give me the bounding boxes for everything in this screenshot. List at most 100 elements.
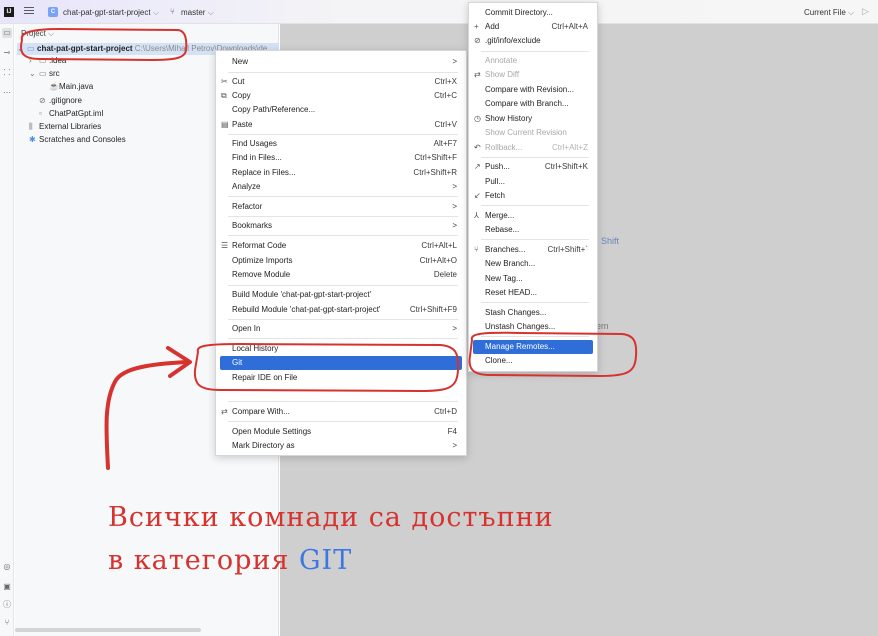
git-item-show-history[interactable]: ◷ Show History	[473, 112, 593, 126]
horizontal-scrollbar[interactable]	[15, 628, 201, 632]
submenu-arrow-icon: >	[452, 182, 457, 191]
structure-tool-icon[interactable]: ⸬	[2, 68, 12, 78]
git-item-fetch[interactable]: ↙ Fetch	[473, 189, 593, 203]
git-item-compare-branch[interactable]: Compare with Branch...	[473, 97, 593, 111]
git-item-new-branch[interactable]: New Branch...	[473, 257, 593, 271]
library-icon: ⫼	[29, 122, 33, 131]
project-panel-header[interactable]: Project ⌵	[21, 29, 54, 39]
tree-item-main-java[interactable]: ☕Main.java	[49, 81, 93, 93]
menu-item-analyze[interactable]: Analyze >	[220, 180, 462, 194]
tree-item-iml[interactable]: ▫ ChatPatGpt.iml	[39, 108, 103, 120]
git-tool-icon[interactable]: ⑂	[2, 618, 12, 628]
tree-item-label: src	[49, 69, 60, 78]
menu-item-label: Unstash Changes...	[485, 322, 556, 331]
project-switcher-label: chat-pat-gpt-start-project	[63, 8, 151, 17]
menu-item-shortcut: Ctrl+C	[434, 91, 457, 100]
git-item-commit-directory[interactable]: Commit Directory...	[473, 6, 593, 20]
git-item-pull[interactable]: Pull...	[473, 175, 593, 189]
menu-item-new[interactable]: New >	[220, 55, 462, 69]
git-item-stash[interactable]: Stash Changes...	[473, 306, 593, 320]
menu-item-repair-ide[interactable]: Repair IDE on File	[220, 371, 462, 385]
services-icon[interactable]: ◎	[2, 562, 12, 572]
menu-item-label: Show Current Revision	[485, 128, 567, 137]
menu-item-shortcut: Ctrl+Alt+A	[551, 22, 588, 31]
git-item-new-tag[interactable]: New Tag...	[473, 272, 593, 286]
menu-item-replace-in-files[interactable]: Replace in Files... Ctrl+Shift+R	[220, 166, 462, 180]
menu-item-find-in-files[interactable]: Find in Files... Ctrl+Shift+F	[220, 151, 462, 165]
menu-item-local-history[interactable]: Local History	[220, 342, 462, 356]
run-icon[interactable]: ▷	[862, 6, 869, 17]
menu-item-open-in[interactable]: Open In >	[220, 322, 462, 336]
git-item-show-current-revision[interactable]: Show Current Revision	[473, 126, 593, 140]
menu-item-label: Fetch	[485, 191, 506, 200]
submenu-arrow-icon: >	[452, 57, 457, 66]
more-tools-icon[interactable]: ⋯	[2, 88, 12, 98]
run-config-selector[interactable]: Current File ⌵	[804, 8, 854, 18]
git-item-unstash[interactable]: Unstash Changes...	[473, 320, 593, 334]
menu-item-copy[interactable]: ⧉ Copy Ctrl+C	[220, 89, 462, 103]
git-item-rollback[interactable]: ↶ Rollback... Ctrl+Alt+Z	[473, 141, 593, 155]
terminal-icon[interactable]: ▣	[2, 582, 12, 592]
menu-item-label: Find Usages	[232, 139, 277, 148]
menu-item-rebuild-module[interactable]: Rebuild Module 'chat-pat-gpt-start-proje…	[220, 303, 462, 317]
menu-item-copy-path[interactable]: Copy Path/Reference...	[220, 103, 462, 117]
menu-item-shortcut: Ctrl+Shift+K	[544, 162, 588, 171]
menu-item-label: Annotate	[485, 56, 518, 65]
git-item-annotate[interactable]: Annotate	[473, 54, 593, 68]
menu-item-label: Bookmarks	[232, 221, 273, 230]
menu-item-compare-with[interactable]: ⇄ Compare With... Ctrl+D	[220, 405, 462, 419]
git-item-show-diff[interactable]: ⇄ Show Diff	[473, 68, 593, 82]
git-item-clone[interactable]: Clone...	[473, 354, 593, 368]
menu-item-shortcut: Alt+F7	[433, 139, 457, 148]
menu-item-shortcut: Ctrl+Shift+R	[413, 168, 457, 177]
commit-tool-icon[interactable]: ⊸	[2, 48, 12, 58]
project-badge-icon[interactable]: C	[48, 7, 58, 17]
menu-item-label: Stash Changes...	[485, 308, 547, 317]
tree-item-scratches[interactable]: ✱ Scratches and Consoles	[29, 134, 126, 146]
menu-item-label: Commit Directory...	[485, 8, 553, 17]
diff-icon: ⇄	[474, 70, 481, 79]
git-item-reset-head[interactable]: Reset HEAD...	[473, 286, 593, 300]
branch-switcher[interactable]: master ⌵	[181, 8, 214, 18]
tree-item-idea[interactable]: › ▭ .idea	[29, 55, 66, 67]
project-switcher[interactable]: chat-pat-gpt-start-project ⌵	[63, 8, 159, 18]
menu-item-reformat-code[interactable]: ☰ Reformat Code Ctrl+Alt+L	[220, 239, 462, 253]
git-item-compare-revision[interactable]: Compare with Revision...	[473, 83, 593, 97]
menu-item-label: Paste	[232, 120, 253, 129]
menu-item-cut[interactable]: ✂ Cut Ctrl+X	[220, 75, 462, 89]
tree-item-src[interactable]: ⌄ ▭ src	[29, 68, 60, 80]
scratches-icon: ✱	[29, 135, 36, 144]
tree-item-external-libraries[interactable]: ⫼ External Libraries	[29, 121, 101, 133]
hamburger-menu-icon[interactable]	[24, 7, 34, 17]
project-tool-icon[interactable]: ▭	[2, 28, 12, 38]
git-item-merge[interactable]: ⅄ Merge...	[473, 209, 593, 223]
menu-item-git[interactable]: Git	[220, 356, 462, 370]
menu-item-remove-module[interactable]: Remove Module Delete	[220, 268, 462, 282]
menu-item-optimize-imports[interactable]: Optimize Imports Ctrl+Alt+O	[220, 254, 462, 268]
folder-icon: ▭	[39, 56, 47, 65]
menu-item-shortcut: Delete	[433, 270, 457, 279]
git-item-manage-remotes[interactable]: Manage Remotes...	[473, 340, 593, 354]
git-item-rebase[interactable]: Rebase...	[473, 223, 593, 237]
reformat-icon: ☰	[221, 241, 229, 250]
git-item-exclude[interactable]: ⊘ .git/info/exclude	[473, 34, 593, 48]
menu-item-refactor[interactable]: Refactor >	[220, 200, 462, 214]
ignore-icon: ⊘	[474, 36, 481, 45]
tree-item-gitignore[interactable]: ⊘ .gitignore	[39, 95, 82, 107]
git-item-push[interactable]: ↗ Push... Ctrl+Shift+K	[473, 160, 593, 174]
problems-icon[interactable]: ⓘ	[2, 600, 12, 610]
menu-item-open-module-settings[interactable]: Open Module Settings F4	[220, 425, 462, 439]
app-logo-icon[interactable]: IJ	[4, 7, 14, 17]
menu-item-find-usages[interactable]: Find Usages Alt+F7	[220, 137, 462, 151]
chevron-right-icon: ›	[29, 56, 32, 65]
git-submenu: Commit Directory... + Add Ctrl+Alt+A ⊘ .git…	[468, 2, 598, 372]
menu-item-build-module[interactable]: Build Module 'chat-pat-gpt-start-project…	[220, 288, 462, 302]
menu-item-bookmarks[interactable]: Bookmarks >	[220, 219, 462, 233]
annotation-line-2: в категория GIT	[108, 545, 352, 576]
branch-icon: ⑂	[170, 7, 175, 16]
git-item-add[interactable]: + Add Ctrl+Alt+A	[473, 20, 593, 34]
menu-item-paste[interactable]: ▤ Paste Ctrl+V	[220, 118, 462, 132]
menu-item-mark-directory[interactable]: Mark Directory as >	[220, 439, 462, 453]
menu-item-label: Find in Files...	[232, 153, 282, 162]
git-item-branches[interactable]: ⑂ Branches... Ctrl+Shift+`	[473, 243, 593, 257]
